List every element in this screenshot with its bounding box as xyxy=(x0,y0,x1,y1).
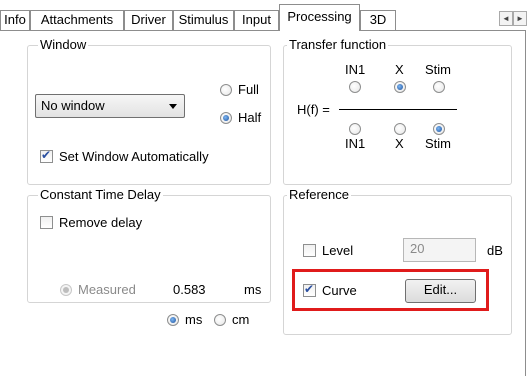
set-window-auto-label: Set Window Automatically xyxy=(59,149,209,164)
unit-ms-label: ms xyxy=(185,312,203,327)
tab-attachments[interactable]: Attachments xyxy=(30,10,124,30)
edit-curve-button[interactable]: Edit... xyxy=(405,279,476,303)
denominator-in1-radio[interactable] xyxy=(349,123,361,135)
reference-title: Reference xyxy=(287,187,351,202)
window-combobox-value: No window xyxy=(41,98,105,113)
tab-strip: Info Attachments Driver Stimulus Input P… xyxy=(0,0,529,31)
tab-processing[interactable]: Processing xyxy=(279,4,360,31)
scroll-left-icon[interactable]: ◄ xyxy=(499,11,513,26)
numerator-label-x: X xyxy=(395,62,404,77)
measured-radio[interactable] xyxy=(60,284,72,296)
curve-label: Curve xyxy=(322,283,357,298)
processing-panel: Window No window Full Half Set Window Au… xyxy=(0,30,526,376)
tab-3d[interactable]: 3D xyxy=(360,10,396,30)
tab-input[interactable]: Input xyxy=(234,10,279,30)
tab-info[interactable]: Info xyxy=(0,10,30,30)
fraction-line xyxy=(339,109,457,110)
numerator-stim-radio[interactable] xyxy=(433,81,445,93)
chevron-down-icon xyxy=(169,104,177,109)
denominator-x-radio[interactable] xyxy=(394,123,406,135)
window-combobox[interactable]: No window xyxy=(35,94,185,118)
remove-delay-checkbox[interactable] xyxy=(40,216,53,229)
level-checkbox[interactable] xyxy=(303,244,316,257)
unit-cm-label: cm xyxy=(232,312,250,327)
numerator-label-stim: Stim xyxy=(425,62,451,77)
unit-ms-radio[interactable] xyxy=(167,314,179,326)
reference-group xyxy=(283,195,512,335)
remove-delay-label: Remove delay xyxy=(59,215,143,230)
window-full-label: Full xyxy=(238,82,259,97)
level-unit: dB xyxy=(487,243,503,258)
numerator-in1-radio[interactable] xyxy=(349,81,361,93)
curve-checkbox[interactable] xyxy=(303,282,316,297)
denominator-label-stim: Stim xyxy=(425,136,451,151)
time-delay-title: Constant Time Delay xyxy=(38,187,163,202)
measured-value: 0.583 xyxy=(173,282,206,297)
window-half-radio[interactable] xyxy=(220,112,232,124)
scroll-right-icon[interactable]: ► xyxy=(513,11,527,26)
window-group-title: Window xyxy=(38,37,89,52)
tab-driver[interactable]: Driver xyxy=(124,10,173,30)
level-label: Level xyxy=(322,243,354,258)
denominator-stim-radio[interactable] xyxy=(433,123,445,135)
denominator-label-in1: IN1 xyxy=(345,136,366,151)
level-input[interactable]: 20 xyxy=(403,238,476,262)
measured-label: Measured xyxy=(78,282,136,297)
transfer-function-title: Transfer function xyxy=(287,37,389,52)
measured-unit: ms xyxy=(244,282,262,297)
numerator-x-radio[interactable] xyxy=(394,81,406,93)
tab-stimulus[interactable]: Stimulus xyxy=(173,10,234,30)
unit-cm-radio[interactable] xyxy=(214,314,226,326)
numerator-label-in1: IN1 xyxy=(345,62,366,77)
set-window-auto-checkbox[interactable] xyxy=(40,148,53,163)
window-full-radio[interactable] xyxy=(220,84,232,96)
denominator-label-x: X xyxy=(395,136,404,151)
window-half-label: Half xyxy=(238,110,262,125)
hf-label: H(f) = xyxy=(297,102,330,117)
